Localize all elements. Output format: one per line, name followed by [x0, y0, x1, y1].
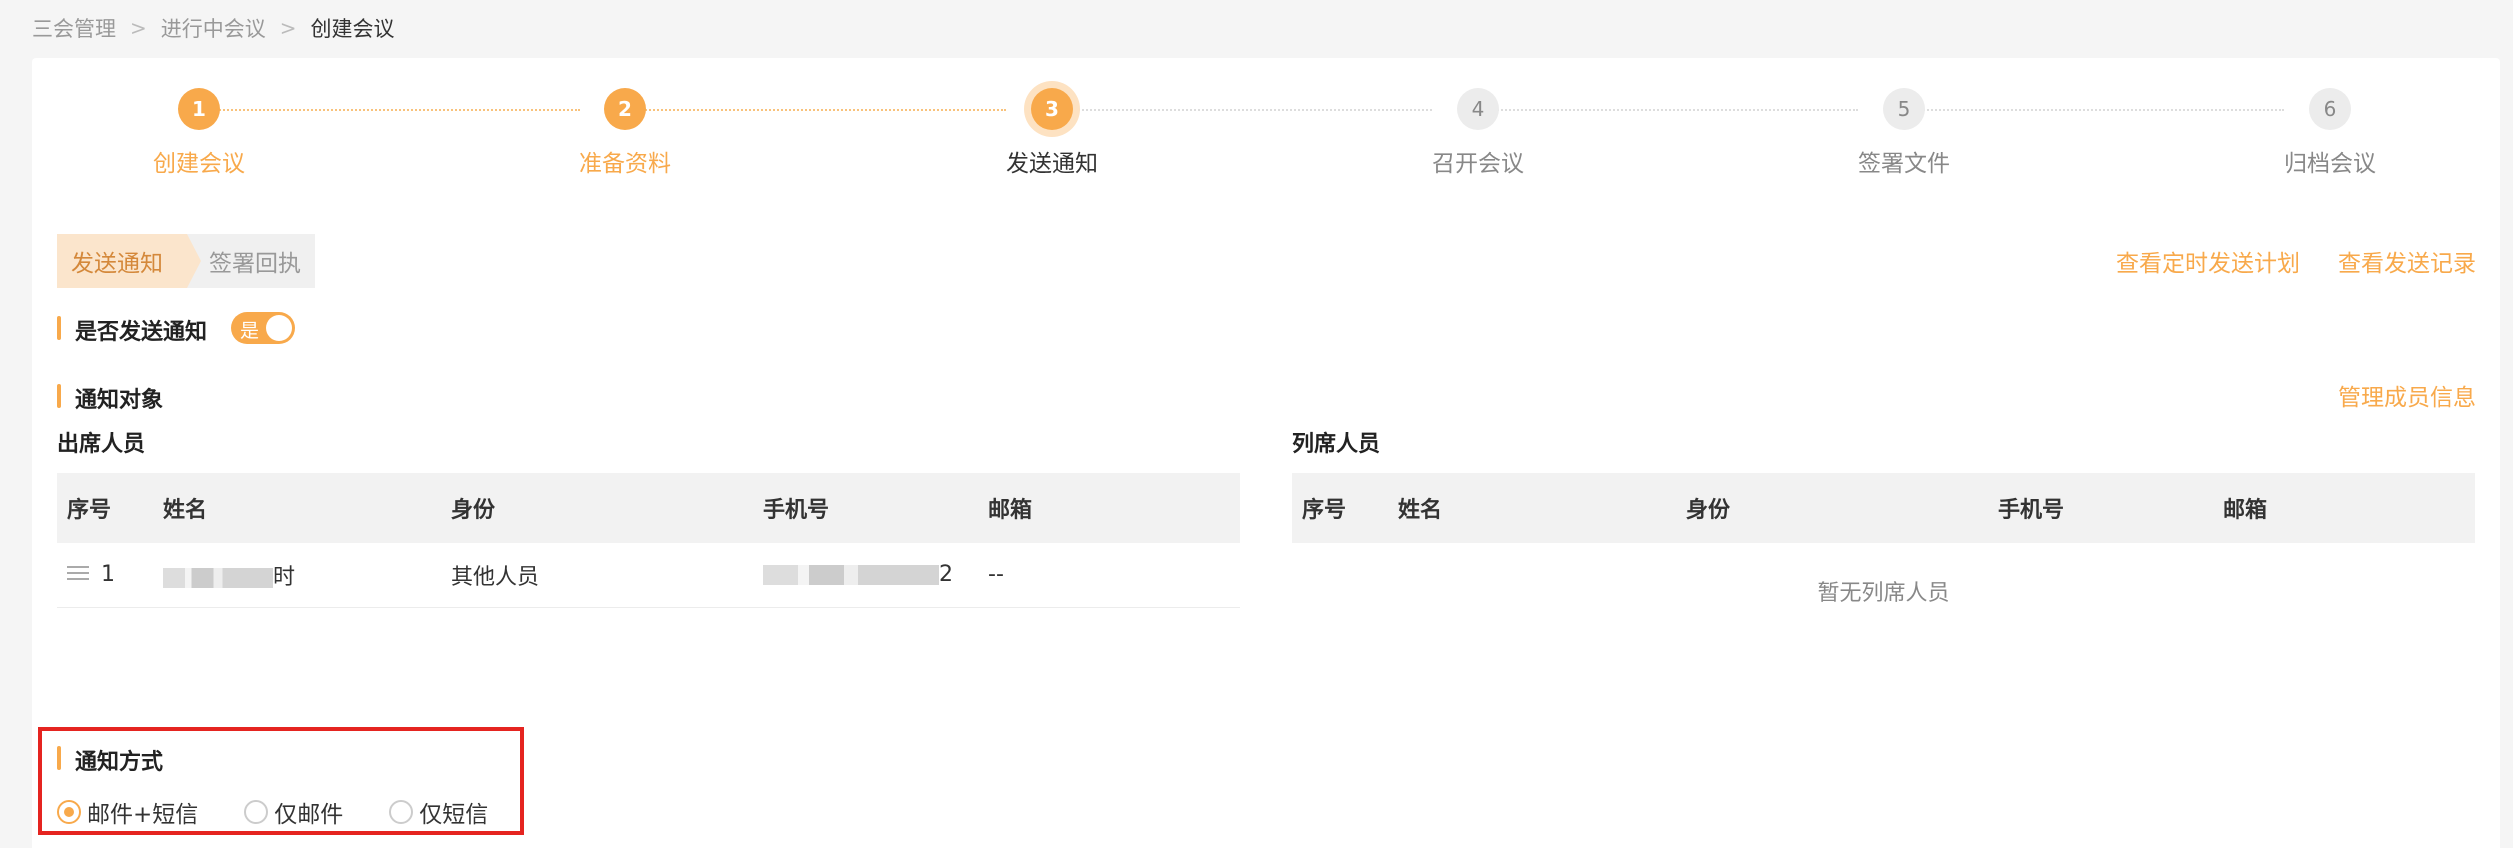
radio-unchecked-icon[interactable]	[244, 800, 269, 824]
tab-send-notice[interactable]: 发送通知	[57, 234, 201, 288]
step-prepare-materials[interactable]: 2 准备资料	[525, 88, 725, 178]
column-header: 姓名	[1388, 473, 1676, 543]
attendees-table: 序号 姓名 身份 手机号 邮箱 1 时 其他人员 2 --	[57, 473, 1240, 608]
radio-checked-icon[interactable]	[57, 800, 81, 824]
drag-handle-icon[interactable]	[67, 566, 89, 581]
notify-method-title: 通知方式	[57, 744, 163, 776]
step-label: 归档会议	[2284, 151, 2376, 177]
breadcrumb-current: 创建会议	[310, 17, 395, 41]
name-cell: 时	[153, 543, 441, 608]
column-header: 序号	[1292, 473, 1388, 543]
column-header: 邮箱	[2213, 473, 2475, 543]
step-sign-documents[interactable]: 5 签署文件	[1804, 88, 2004, 178]
role-cell: 其他人员	[441, 543, 753, 608]
notify-target-title: 通知对象	[57, 382, 163, 414]
breadcrumb-item-ongoing[interactable]: 进行中会议	[161, 13, 266, 43]
step-number: 3	[1031, 88, 1073, 130]
empty-text: 暂无列席人员	[1817, 581, 1950, 606]
name-suffix: 时	[273, 564, 296, 590]
step-label: 召开会议	[1432, 151, 1524, 177]
table-header-row: 序号 姓名 身份 手机号 邮箱	[57, 473, 1240, 543]
view-schedule-link[interactable]: 查看定时发送计划	[2116, 244, 2300, 278]
step-number: 1	[178, 88, 220, 130]
index-cell: 1	[57, 543, 153, 608]
column-header: 身份	[1676, 473, 1988, 543]
breadcrumb-separator-icon: >	[130, 16, 147, 40]
column-header: 序号	[57, 473, 153, 543]
redacted-phone	[763, 565, 939, 586]
column-header: 身份	[441, 473, 753, 543]
empty-row: 暂无列席人员	[1292, 543, 2475, 639]
step-archive-meeting[interactable]: 6 归档会议	[2230, 88, 2430, 178]
step-number: 2	[604, 88, 646, 130]
breadcrumb: 三会管理 > 进行中会议 > 创建会议	[32, 14, 395, 42]
radio-label: 仅邮件	[274, 802, 344, 828]
tab-sign-receipt[interactable]: 签署回执	[187, 234, 315, 288]
table-row[interactable]: 1 时 其他人员 2 --	[57, 543, 1240, 608]
toggle-text: 是	[240, 320, 260, 342]
send-notice-title: 是否发送通知	[57, 314, 207, 346]
step-create-meeting[interactable]: 1 创建会议	[99, 88, 299, 178]
radio-label: 仅短信	[419, 802, 489, 828]
step-send-notice[interactable]: 3 发送通知	[952, 88, 1152, 178]
step-label: 创建会议	[153, 151, 245, 177]
step-number: 4	[1457, 88, 1499, 130]
radio-email-only[interactable]: 仅邮件	[244, 795, 343, 829]
view-records-link[interactable]: 查看发送记录	[2338, 244, 2476, 278]
toggle-knob	[266, 315, 292, 341]
manage-members-link[interactable]: 管理成员信息	[2338, 378, 2476, 412]
step-progress: 1 创建会议 2 准备资料 3 发送通知 4 召开会议 5 签署文件 6 归档会…	[32, 88, 2500, 178]
redacted-name	[163, 567, 273, 588]
send-notice-toggle[interactable]: 是	[231, 312, 295, 344]
column-header: 手机号	[1988, 473, 2213, 543]
breadcrumb-item-meetings[interactable]: 三会管理	[32, 13, 116, 43]
notify-method-radio-group: 邮件+短信 仅邮件 仅短信	[57, 795, 534, 829]
radio-email-sms[interactable]: 邮件+短信	[57, 795, 198, 829]
radio-unchecked-icon[interactable]	[389, 800, 414, 824]
attendees-title: 出席人员	[57, 432, 146, 457]
step-hold-meeting[interactable]: 4 召开会议	[1378, 88, 1578, 178]
radio-sms-only[interactable]: 仅短信	[389, 795, 488, 829]
phone-suffix: 2	[939, 562, 953, 588]
breadcrumb-separator-icon: >	[279, 16, 297, 40]
column-header: 手机号	[753, 473, 978, 543]
step-number: 6	[2309, 88, 2351, 130]
column-header: 邮箱	[978, 473, 1240, 543]
step-label: 发送通知	[1006, 151, 1098, 177]
top-links: 查看定时发送计划 查看发送记录	[2116, 244, 2476, 278]
tab-bar: 发送通知 签署回执	[57, 234, 315, 288]
step-label: 签署文件	[1858, 151, 1950, 177]
step-label: 准备资料	[579, 151, 671, 177]
column-header: 姓名	[153, 473, 441, 543]
table-header-row: 序号 姓名 身份 手机号 邮箱	[1292, 473, 2475, 543]
observers-table: 序号 姓名 身份 手机号 邮箱 暂无列席人员	[1292, 473, 2475, 639]
step-number: 5	[1883, 88, 1925, 130]
email-cell: --	[978, 543, 1240, 608]
radio-label: 邮件+短信	[87, 802, 199, 828]
row-index: 1	[101, 562, 115, 588]
observers-title: 列席人员	[1292, 432, 1381, 457]
phone-cell: 2	[753, 543, 978, 608]
